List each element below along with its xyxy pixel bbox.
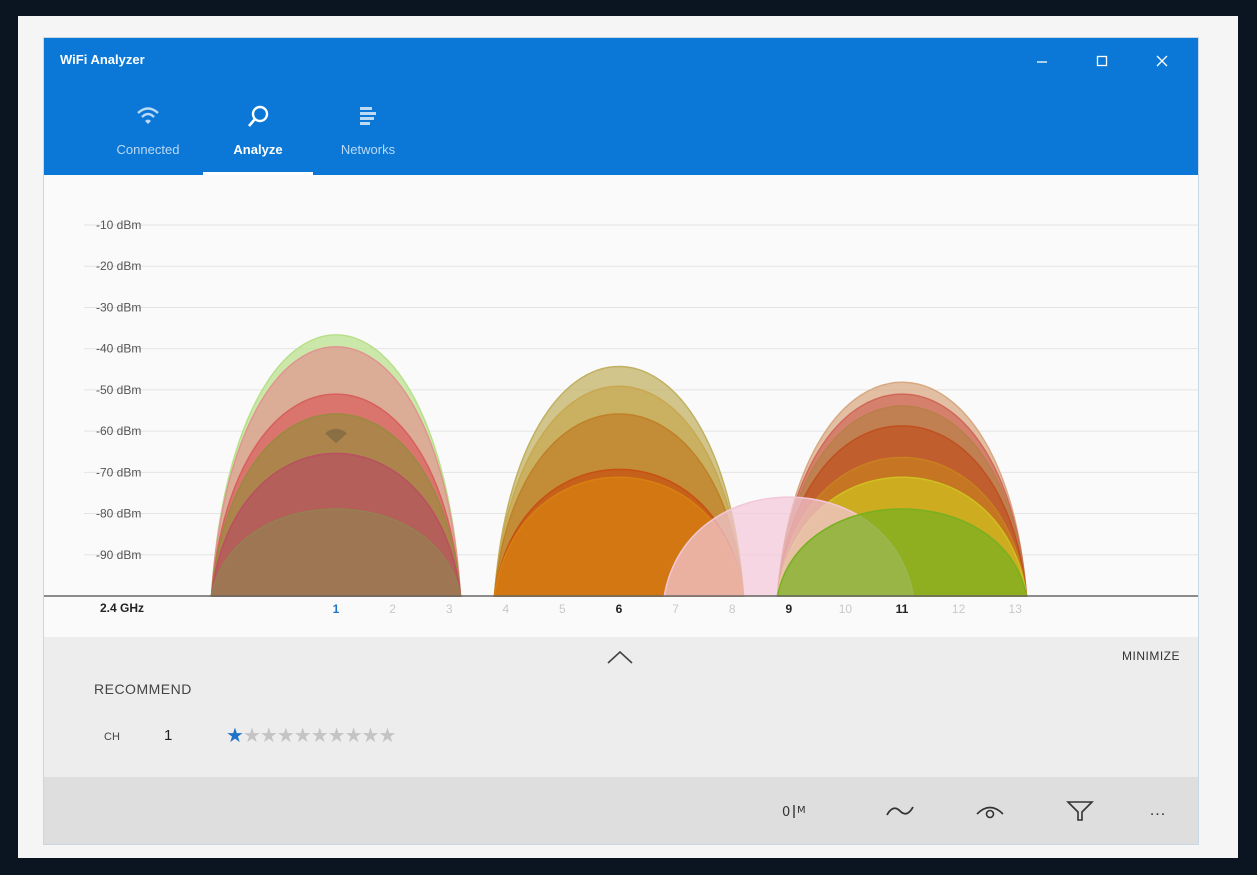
rating-star: ★	[327, 725, 346, 747]
tab-label: Analyze	[233, 142, 283, 157]
wave-icon	[886, 806, 914, 816]
expand-chevron-button[interactable]	[604, 645, 636, 667]
recommend-heading: RECOMMEND	[94, 681, 192, 697]
rating-star: ★	[344, 725, 363, 747]
rating-star: ★	[259, 725, 278, 747]
channel-tick-label: 9	[785, 602, 792, 616]
minimize-icon	[1037, 61, 1047, 63]
channel-chart: -10 dBm -20 dBm -30 dBm -40 dBm -50 dBm -60 d…	[44, 175, 1198, 637]
channel-tick-label: 12	[952, 602, 966, 616]
eye-icon	[976, 806, 1004, 819]
rating-star: ★	[310, 725, 329, 747]
tab-networks[interactable]: Networks	[313, 96, 423, 175]
rating-star: ★	[242, 725, 261, 747]
channel-tick-label: 6	[616, 602, 623, 616]
app-window: WiFi Analyzer Connected Analyze Networks…	[44, 38, 1198, 844]
more-icon: ...	[1149, 802, 1167, 819]
channel-tick-label: 7	[672, 602, 679, 616]
y-tick-label: -80 dBm	[96, 507, 141, 521]
rating-star: ★	[276, 725, 295, 747]
list-icon	[360, 107, 376, 125]
close-icon	[1156, 55, 1168, 67]
svg-text:0: 0	[782, 805, 790, 820]
rating-star: ★	[293, 725, 312, 747]
channel-label: CH	[104, 731, 120, 743]
visibility-button[interactable]	[974, 795, 1006, 827]
y-tick-label: -10 dBm	[96, 218, 141, 232]
y-tick-label: -40 dBm	[96, 342, 141, 356]
channel-rating: ★★★★★★★★★★	[226, 723, 396, 748]
rating-star: ★	[226, 725, 244, 747]
channel-tick-label: 11	[896, 602, 909, 616]
channel-tick-label: 1	[333, 602, 340, 616]
rating-star: ★	[361, 725, 380, 747]
maximize-window-button[interactable]	[1082, 46, 1122, 76]
search-icon	[248, 105, 269, 127]
signal-strength-button[interactable]: 0 M	[779, 795, 811, 827]
channel-tick-label: 4	[502, 602, 509, 616]
channel-graph: -10 dBm -20 dBm -30 dBm -40 dBm -50 dBm -60 d…	[44, 218, 1198, 616]
bottom-toolbar: 0 M ...	[44, 777, 1198, 844]
channel-tick-label: 5	[559, 602, 566, 616]
tab-label: Networks	[340, 142, 396, 157]
app-title: WiFi Analyzer	[60, 52, 145, 67]
filter-icon	[1066, 801, 1094, 821]
recommend-panel: MINIMIZE RECOMMEND CH 1 ★★★★★★★★★★	[44, 637, 1198, 777]
y-tick-label: -70 dBm	[96, 465, 141, 479]
minimize-panel-button[interactable]: MINIMIZE	[1122, 649, 1180, 663]
rating-star: ★	[378, 725, 396, 747]
y-tick-label: -90 dBm	[96, 548, 141, 562]
maximize-icon	[1096, 55, 1108, 67]
tab-label: Connected	[116, 142, 180, 157]
y-tick-label: -50 dBm	[96, 383, 141, 397]
channel-tick-label: 10	[839, 602, 853, 616]
title-bar: WiFi Analyzer Connected Analyze Networks	[44, 38, 1198, 175]
graph-mode-button[interactable]	[884, 795, 916, 827]
minimize-window-button[interactable]	[1022, 46, 1062, 76]
y-tick-label: -60 dBm	[96, 424, 141, 438]
filter-button[interactable]	[1064, 795, 1096, 827]
channel-tick-label: 3	[446, 602, 453, 616]
y-tick-label: -20 dBm	[96, 259, 141, 273]
more-options-button[interactable]: ...	[1142, 795, 1174, 827]
channel-tick-label: 13	[1009, 602, 1023, 616]
tab-analyze[interactable]: Analyze	[203, 96, 313, 175]
channel-tick-label: 8	[729, 602, 736, 616]
close-window-button[interactable]	[1142, 46, 1182, 76]
recommended-channel: 1	[164, 727, 173, 744]
y-tick-label: -30 dBm	[96, 300, 141, 314]
band-label: 2.4 GHz	[100, 601, 144, 615]
antenna-icon: 0 M	[782, 805, 806, 820]
tab-connected[interactable]: Connected	[93, 96, 203, 175]
channel-tick-label: 2	[389, 602, 396, 616]
svg-text:M: M	[797, 805, 806, 816]
chevron-up-icon	[607, 650, 633, 664]
wifi-icon	[137, 107, 159, 124]
